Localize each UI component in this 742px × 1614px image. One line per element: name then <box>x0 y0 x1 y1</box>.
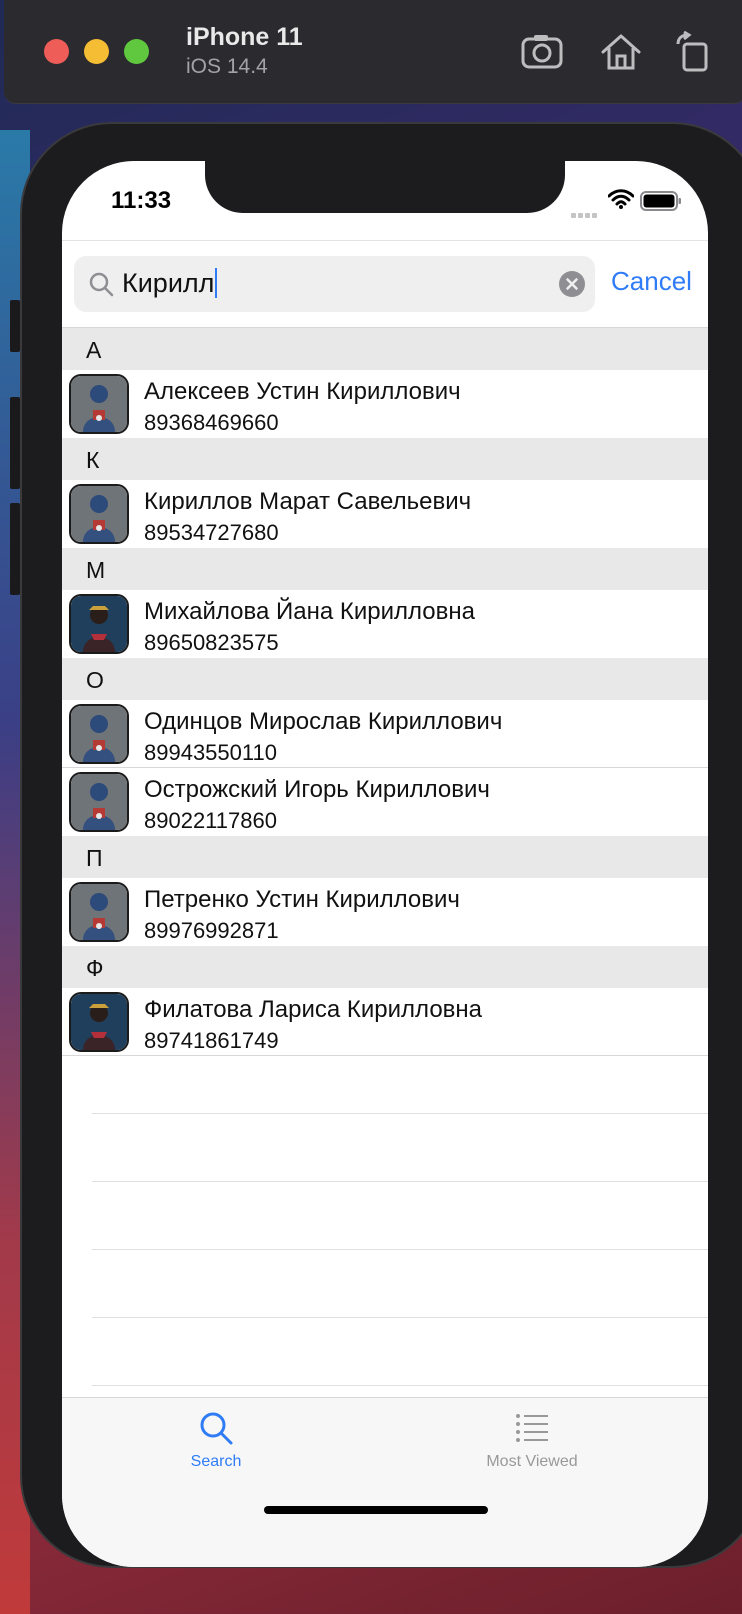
list-item[interactable]: Одинцов Мирослав Кириллович 89943550110 <box>62 700 708 768</box>
contact-name: Острожский Игорь Кириллович <box>144 776 490 803</box>
zoom-window-button[interactable] <box>124 39 149 64</box>
search-input-value: Кирилл <box>122 268 218 299</box>
navbar-divider <box>62 240 708 241</box>
device-os-version: iOS 14.4 <box>186 55 268 78</box>
row-divider <box>92 1181 708 1182</box>
list-item[interactable]: Алексеев Устин Кириллович 89368469660 <box>62 370 708 438</box>
volume-up-button <box>10 397 20 489</box>
row-divider <box>92 1317 708 1318</box>
list-item[interactable]: Филатова Лариса Кирилловна 89741861749 <box>62 988 708 1056</box>
home-icon[interactable] <box>599 30 643 74</box>
avatar <box>69 374 129 434</box>
clear-search-icon[interactable] <box>559 271 585 297</box>
rotate-icon[interactable] <box>672 30 716 74</box>
search-icon <box>89 272 114 297</box>
list-item[interactable]: Михайлова Йана Кирилловна 89650823575 <box>62 590 708 658</box>
tab-label: Search <box>190 1453 242 1470</box>
home-indicator <box>264 1506 488 1514</box>
search-input[interactable]: Кирилл <box>74 256 595 312</box>
contact-name: Михайлова Йана Кирилловна <box>144 598 475 625</box>
contact-phone: 89534727680 <box>144 520 279 545</box>
list-icon <box>516 1414 548 1442</box>
list-item[interactable]: Острожский Игорь Кириллович 89022117860 <box>62 768 708 836</box>
row-divider <box>62 1055 708 1056</box>
volume-down-button <box>10 503 20 595</box>
status-time: 11:33 <box>111 187 172 214</box>
battery-icon <box>640 191 681 211</box>
contact-name: Петренко Устин Кириллович <box>144 886 460 913</box>
list-item[interactable]: Кириллов Марат Савельевич 89534727680 <box>62 480 708 548</box>
signal-icon <box>571 205 599 223</box>
section-header: П <box>62 836 708 878</box>
contact-name: Филатова Лариса Кирилловна <box>144 996 483 1023</box>
tab-label: Most Viewed <box>486 1453 578 1470</box>
simulator-titlebar: iPhone 11 iOS 14.4 <box>4 0 742 104</box>
tab-most-viewed[interactable]: Most Viewed <box>452 1410 612 1471</box>
contacts-list[interactable]: А Алексеев Устин Кириллович 89368469660 … <box>62 328 708 1056</box>
close-window-button[interactable] <box>44 39 69 64</box>
contact-phone: 89022117860 <box>144 808 277 833</box>
device-name: iPhone 11 <box>186 23 303 51</box>
row-divider <box>92 1385 708 1386</box>
section-header: Ф <box>62 946 708 988</box>
screenshot-icon[interactable] <box>520 30 564 74</box>
avatar <box>69 594 129 654</box>
tab-search[interactable]: Search <box>136 1410 296 1471</box>
wifi-icon <box>608 189 634 209</box>
list-item[interactable]: Петренко Устин Кириллович 89976992871 <box>62 878 708 946</box>
avatar <box>69 882 129 942</box>
section-header: О <box>62 658 708 700</box>
row-divider <box>92 1249 708 1250</box>
avatar <box>69 772 129 832</box>
tab-bar: Search Most Viewed <box>62 1397 708 1567</box>
section-header: К <box>62 438 708 480</box>
contact-phone: 89650823575 <box>144 630 279 655</box>
contact-name: Алексеев Устин Кириллович <box>144 378 461 405</box>
section-header: М <box>62 548 708 590</box>
avatar <box>69 484 129 544</box>
contact-phone: 89368469660 <box>144 410 279 435</box>
search-icon <box>200 1412 233 1445</box>
cancel-button[interactable]: Cancel <box>611 266 692 297</box>
mute-switch <box>10 300 20 352</box>
avatar <box>69 992 129 1052</box>
section-header: А <box>62 328 708 370</box>
notch <box>205 161 565 213</box>
phone-screen: 11:33 Кирилл Cancel А Алексеев Устин Кир… <box>62 161 708 1567</box>
contact-phone: 89943550110 <box>144 740 277 765</box>
contact-phone: 89976992871 <box>144 918 279 943</box>
avatar <box>69 704 129 764</box>
row-divider <box>92 1113 708 1114</box>
contact-name: Кириллов Марат Савельевич <box>144 488 472 515</box>
contact-phone: 89741861749 <box>144 1028 279 1053</box>
minimize-window-button[interactable] <box>84 39 109 64</box>
contact-name: Одинцов Мирослав Кириллович <box>144 708 503 735</box>
